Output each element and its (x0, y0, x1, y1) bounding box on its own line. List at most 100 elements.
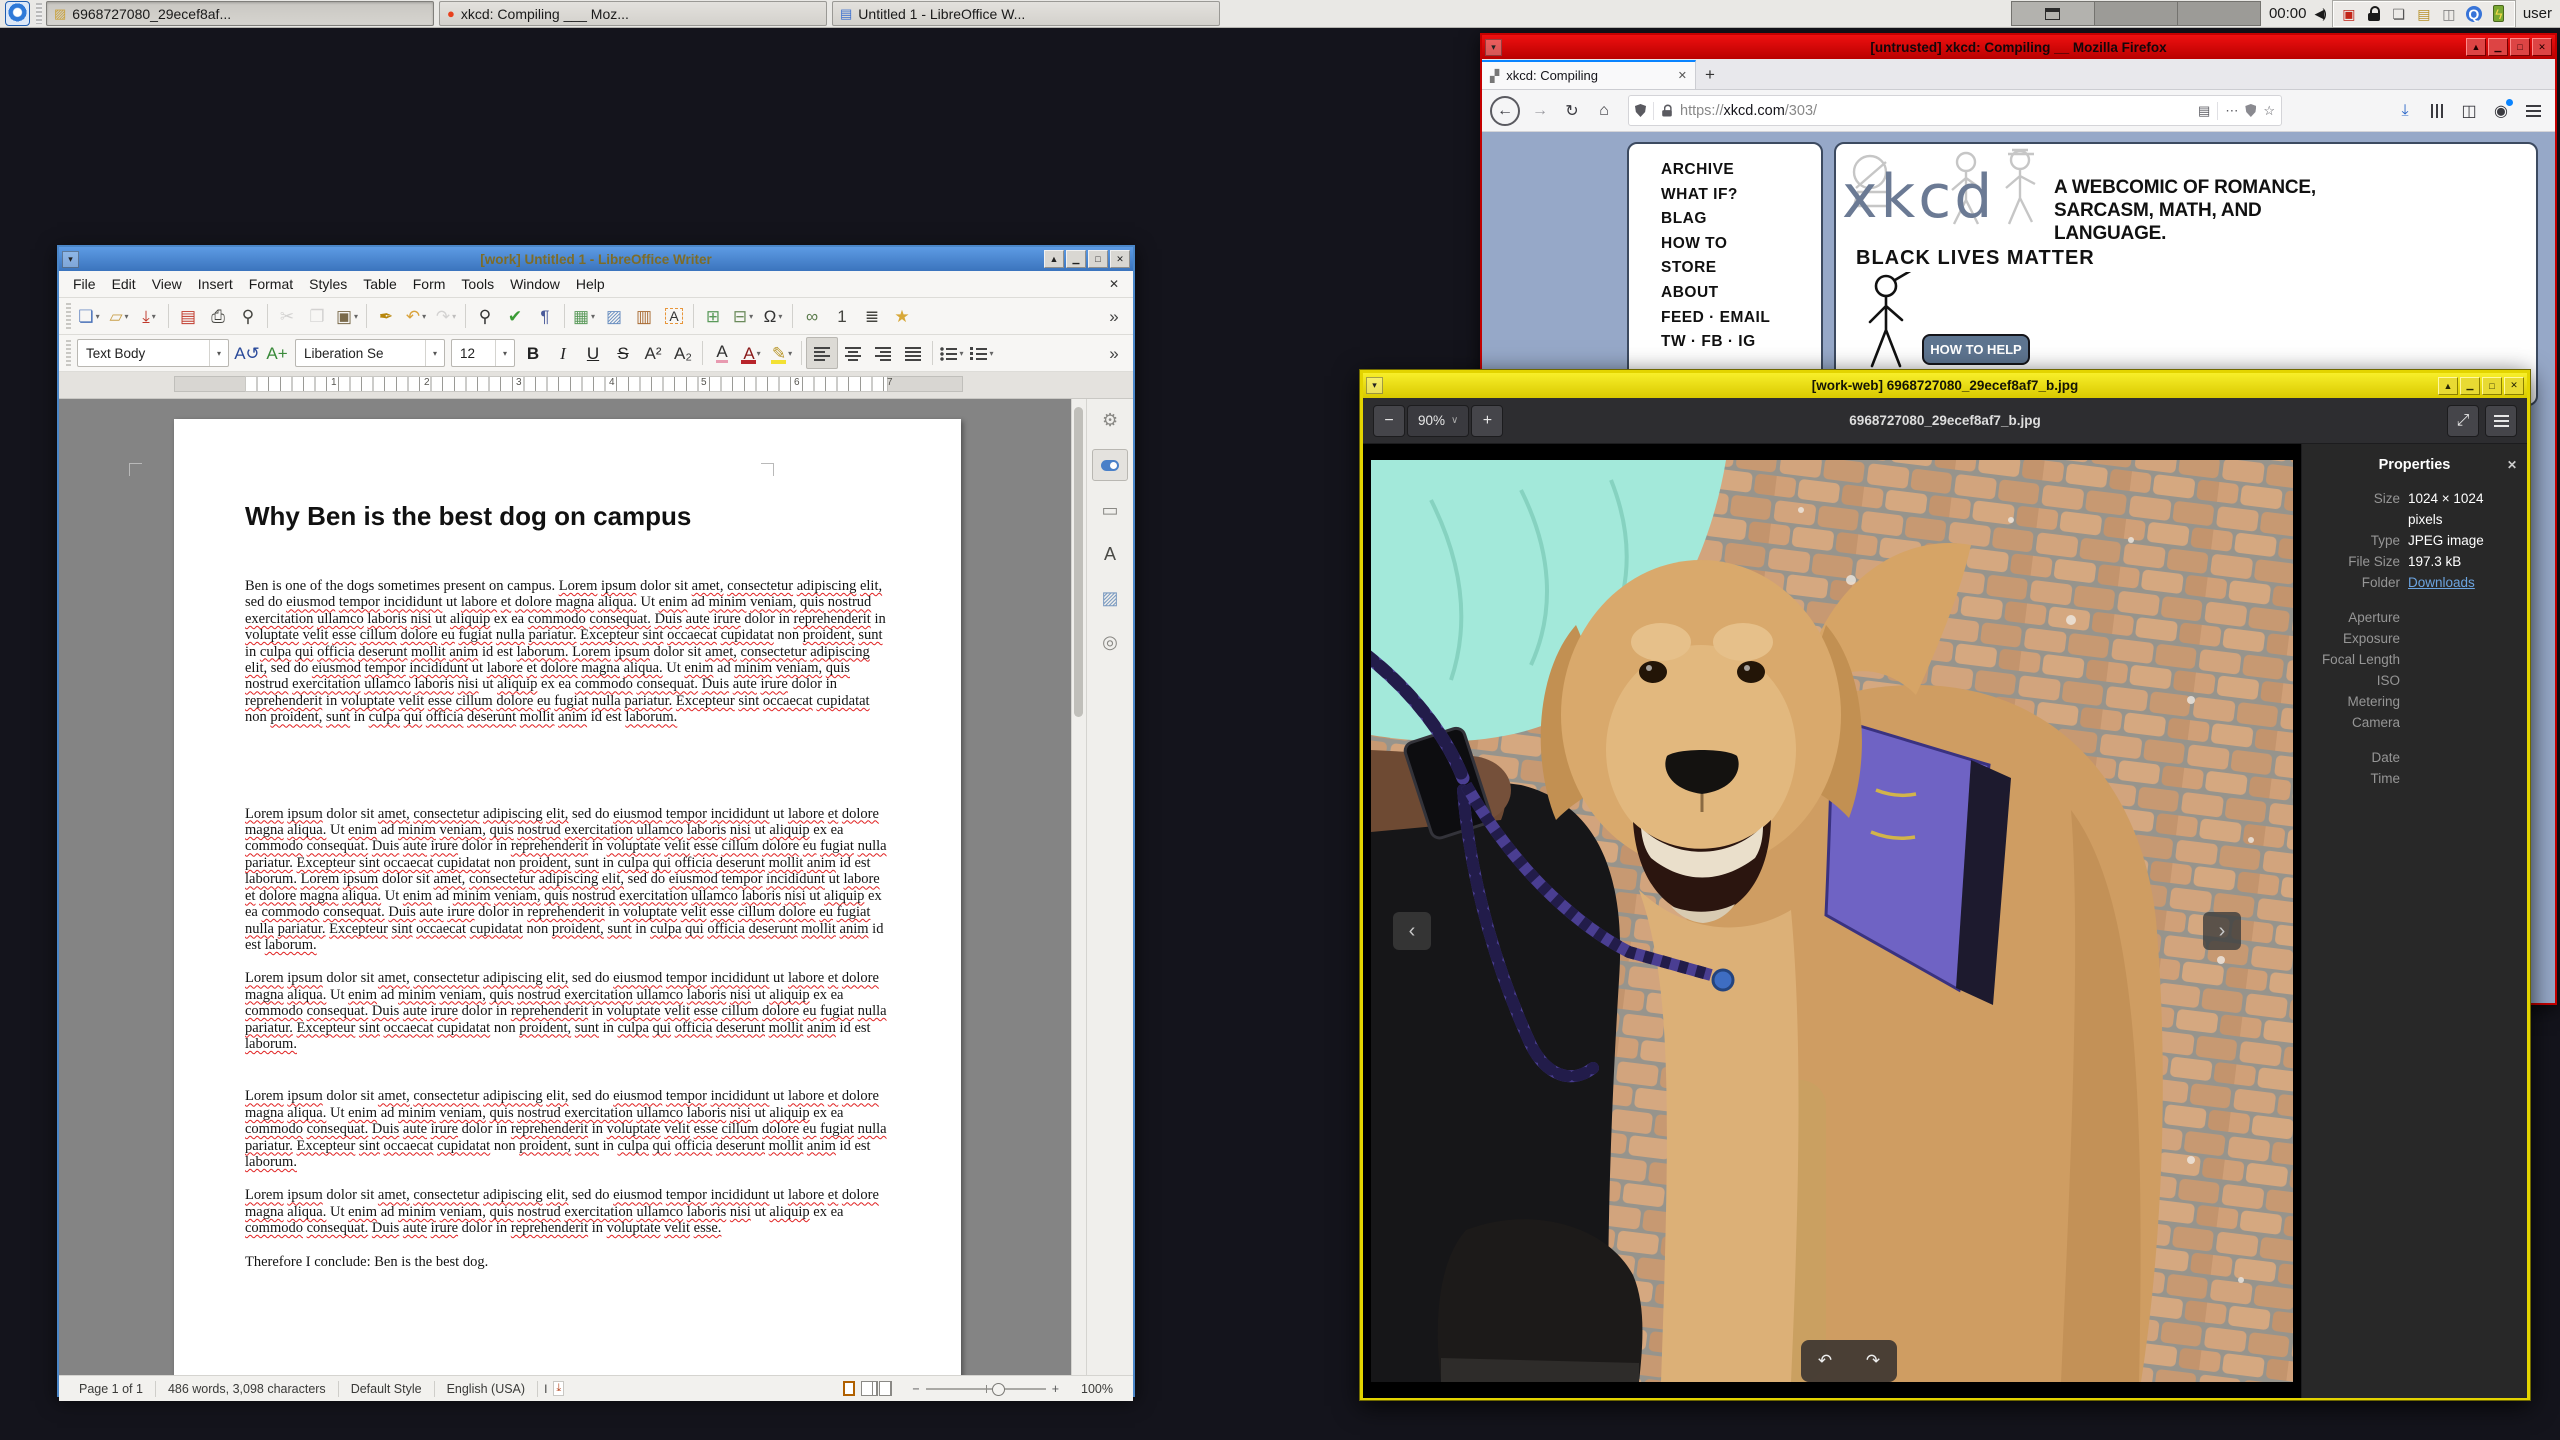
book-view-button[interactable] (879, 1381, 893, 1396)
xkcd-nav-link[interactable]: ABOUT (1661, 281, 1821, 306)
page-count[interactable]: Page 1 of 1 (67, 1382, 155, 1396)
volume-icon[interactable]: ◀) (2314, 6, 2326, 22)
clear-formatting-button[interactable]: A (707, 338, 737, 368)
how-to-help-button[interactable]: HOW TO HELP (1922, 334, 2030, 365)
single-page-view-button[interactable] (843, 1381, 856, 1396)
menu-item[interactable]: Window (502, 273, 568, 295)
window-menu-icon[interactable]: ▾ (62, 250, 79, 268)
save-button[interactable]: ⤓ ▾ (134, 301, 164, 331)
zoom-in-button[interactable]: + (1471, 404, 1504, 437)
menu-item[interactable]: Insert (190, 273, 241, 295)
cut-button[interactable]: ✂ (272, 301, 302, 331)
insert-table-button[interactable]: ▦ ▾ (569, 301, 599, 331)
xkcd-nav-link[interactable]: BLAG (1661, 207, 1821, 232)
minimize-button[interactable]: ▁ (1066, 250, 1086, 268)
insert-hyperlink-button[interactable]: ∞ (797, 301, 827, 331)
menu-item[interactable]: Help (568, 273, 613, 295)
font-size-combo[interactable]: 12 ▾ (451, 339, 515, 367)
export-pdf-button[interactable]: ▤ (173, 301, 203, 331)
toolbar-handle[interactable] (66, 303, 71, 329)
menu-item[interactable]: Styles (301, 273, 355, 295)
toolbar-overflow-button[interactable]: » (1099, 338, 1129, 368)
zoom-slider[interactable]: − + (902, 1382, 1069, 1396)
sidebar-properties-icon[interactable] (1092, 449, 1129, 481)
app-menu-button[interactable] (5, 1, 30, 26)
downloads-icon[interactable]: ⤓ (2391, 97, 2419, 125)
underline-button[interactable]: U (578, 338, 608, 368)
spelling-button[interactable]: ✔ (500, 301, 530, 331)
tray-qubes-icon[interactable]: Q (2465, 5, 2483, 23)
next-image-button[interactable]: › (2203, 912, 2241, 950)
minimize-button[interactable]: ▁ (2488, 38, 2508, 56)
insert-textbox-button[interactable]: A (659, 301, 689, 331)
highlight-color-button[interactable]: ✎ ▾ (767, 338, 797, 368)
shade-button[interactable]: ▲ (2466, 38, 2486, 56)
combo-dropdown-icon[interactable]: ▾ (495, 340, 514, 366)
menu-item[interactable]: Form (405, 273, 454, 295)
back-button[interactable]: ← (1490, 95, 1520, 126)
multi-page-view-button[interactable] (861, 1381, 874, 1396)
shade-button[interactable]: ▲ (2438, 376, 2458, 395)
forward-button[interactable]: → (1526, 97, 1554, 125)
insert-field-button[interactable]: ⊟ ▾ (728, 301, 758, 331)
reader-view-icon[interactable]: ▤ (2198, 103, 2210, 119)
combo-dropdown-icon[interactable]: ▾ (209, 340, 228, 366)
redo-button[interactable]: ↷ ▾ (431, 301, 461, 331)
sidebar-settings-icon[interactable]: ⚙ (1093, 405, 1127, 435)
previous-image-button[interactable]: ‹ (1393, 912, 1431, 950)
xkcd-nav-link[interactable]: WHAT IF? (1661, 183, 1821, 208)
undo-button[interactable]: ↶ ▾ (401, 301, 431, 331)
font-name-combo[interactable]: Liberation Se ▾ (295, 339, 445, 367)
insert-footnote-button[interactable]: 1 (827, 301, 857, 331)
open-button[interactable]: ▱ ▾ (104, 301, 134, 331)
rotate-right-button[interactable]: ↷ (1866, 1351, 1880, 1371)
new-style-button[interactable]: A+ (262, 338, 292, 368)
strikethrough-button[interactable]: S (608, 338, 638, 368)
window-menu-icon[interactable]: ▾ (1485, 38, 1502, 56)
insert-endnote-button[interactable]: ≣ (857, 301, 887, 331)
font-color-button[interactable]: A ▾ (737, 338, 767, 368)
menu-item[interactable]: Tools (453, 273, 502, 295)
bookmark-star-icon[interactable]: ☆ (2263, 103, 2275, 119)
copy-button[interactable]: ❐ (302, 301, 332, 331)
tab-close-icon[interactable]: ✕ (1678, 69, 1687, 82)
zoom-slider-thumb[interactable] (991, 1382, 1005, 1396)
subscript-button[interactable]: A₂ (668, 338, 698, 368)
new-document-button[interactable]: ❏ ▾ (74, 301, 104, 331)
bold-button[interactable]: B (518, 338, 548, 368)
maximize-button[interactable]: □ (2482, 376, 2502, 395)
menu-item[interactable]: Edit (104, 273, 144, 295)
horizontal-ruler[interactable]: 1 2 3 4 5 6 7 (59, 372, 1133, 399)
reload-button[interactable]: ↻ (1558, 97, 1586, 125)
update-style-button[interactable]: A↺ (232, 338, 262, 368)
zoom-out-icon[interactable]: − (912, 1382, 919, 1396)
menu-item[interactable]: View (144, 273, 190, 295)
taskbar-window-firefox[interactable]: ● xkcd: Compiling ___ Moz... (439, 1, 827, 26)
shade-button[interactable]: ▲ (1044, 250, 1064, 268)
tray-lock-icon[interactable] (2365, 5, 2383, 23)
sidebar-page-icon[interactable]: ▭ (1093, 495, 1127, 525)
page-actions-icon[interactable]: ⋯ (2225, 103, 2238, 119)
zoom-level[interactable]: 100% (1069, 1382, 1125, 1396)
insert-image-button[interactable]: ▨ (599, 301, 629, 331)
taskbar-window-image-viewer[interactable]: ▨ 6968727080_29ecef8af... (46, 1, 434, 26)
zoom-out-button[interactable]: − (1373, 404, 1405, 437)
close-button[interactable]: ✕ (1110, 250, 1130, 268)
vertical-scrollbar[interactable] (1071, 399, 1087, 1375)
insert-mode-icon[interactable]: I (538, 1382, 553, 1396)
taskbar-window-writer[interactable]: ▤ Untitled 1 - LibreOffice W... (832, 1, 1220, 26)
menu-item[interactable]: Table (355, 273, 404, 295)
library-icon[interactable] (2423, 97, 2451, 125)
url-text[interactable]: https://xkcd.com/303/ (1680, 103, 2191, 119)
superscript-button[interactable]: A² (638, 338, 668, 368)
print-preview-button[interactable]: ⚲ (233, 301, 263, 331)
tray-battery-icon[interactable]: ϟ (2490, 5, 2508, 23)
align-left-button[interactable] (806, 337, 838, 369)
document-page[interactable]: Why Ben is the best dog on campus Ben is… (174, 419, 961, 1375)
tray-devices-icon[interactable]: ▤ (2415, 5, 2433, 23)
firefox-titlebar[interactable]: ▾ [untrusted] xkcd: Compiling __ Mozilla… (1482, 35, 2555, 59)
workspace-2[interactable] (2094, 2, 2178, 25)
close-document-button[interactable]: ✕ (1101, 277, 1127, 291)
writer-titlebar[interactable]: ▾ [work] Untitled 1 - LibreOffice Writer… (59, 247, 1133, 271)
xkcd-nav-link[interactable]: STORE (1661, 256, 1821, 281)
